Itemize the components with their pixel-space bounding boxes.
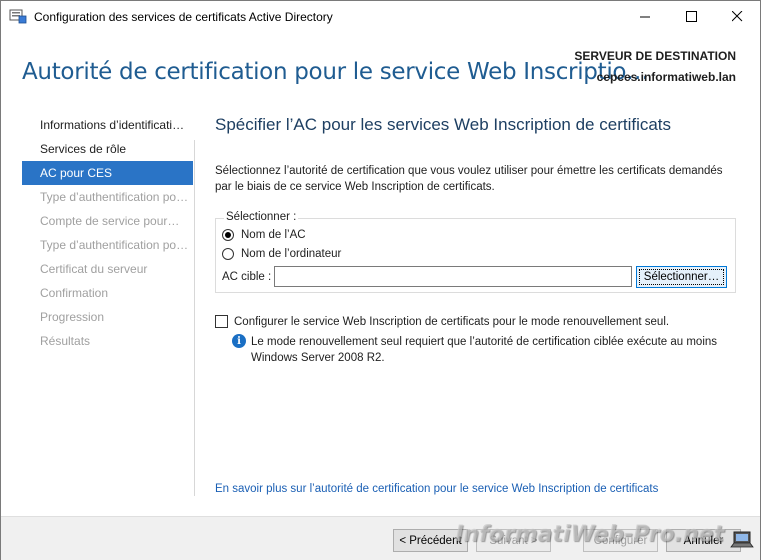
renewal-only-checkbox-row[interactable]: Configurer le service Web Inscription de… (215, 315, 669, 328)
wizard-footer: < Précédent Suivant > Configurer Annuler… (1, 516, 760, 560)
wizard-header: Autorité de certification pour le servic… (1, 32, 760, 108)
previous-button[interactable]: < Précédent (393, 529, 468, 552)
groupbox-legend: Sélectionner : (224, 211, 299, 223)
info-icon: i (232, 334, 246, 348)
maximize-icon (685, 11, 697, 22)
nav-item-role-services[interactable]: Services de rôle (22, 137, 193, 161)
nav-item-authentication-type: Type d’authentification po… (40, 190, 189, 204)
renewal-only-checkbox[interactable] (215, 315, 228, 328)
nav-item-server-certificate: Certificat du serveur (40, 262, 148, 276)
server-manager-icon (9, 9, 27, 24)
target-ca-input[interactable] (274, 266, 632, 287)
wizard-content: Informations d’identificati… Services de… (1, 108, 760, 516)
destination-server-name: cepces.informatiweb.lan (596, 70, 736, 84)
radio-ca-name-label: Nom de l’AC (241, 229, 306, 241)
page-description: Sélectionnez l’autorité de certification… (215, 165, 723, 193)
nav-item-service-account: Compte de service pour… (40, 214, 180, 228)
configure-button: Configurer (583, 529, 658, 552)
next-button: Suivant > (476, 529, 551, 552)
wizard-window: Configuration des services de certificat… (0, 0, 761, 560)
select-ca-button[interactable]: Sélectionner… (636, 266, 727, 288)
select-groupbox: Sélectionner : Nom de l’AC Nom de l’ordi… (215, 211, 736, 293)
renewal-only-label: Configurer le service Web Inscription de… (234, 315, 670, 328)
nav-item-results: Résultats (40, 334, 91, 348)
main-panel: Spécifier l’AC pour les services Web Ins… (215, 108, 745, 516)
nav-item-progress: Progression (40, 310, 105, 324)
wizard-nav: Informations d’identificati… Services de… (22, 113, 193, 353)
destination-server-label: SERVEUR DE DESTINATION (574, 49, 736, 63)
nav-item-ca-for-ces[interactable]: AC pour CES (22, 161, 193, 185)
info-text: Le mode renouvellement seul requiert que… (251, 336, 718, 364)
radio-button[interactable] (222, 248, 234, 260)
close-icon (731, 11, 742, 22)
radio-button-checked[interactable] (222, 229, 234, 241)
close-button[interactable] (714, 1, 760, 32)
title-bar[interactable]: Configuration des services de certificat… (1, 1, 760, 32)
nav-item-authentication-type-2: Type d’authentification po… (40, 238, 189, 252)
radio-computer-name-label: Nom de l’ordinateur (241, 248, 342, 260)
target-ca-label: AC cible : (222, 271, 272, 283)
minimize-icon (639, 16, 650, 18)
radio-ca-name[interactable]: Nom de l’AC (222, 229, 306, 241)
nav-divider (194, 140, 195, 496)
radio-computer-name[interactable]: Nom de l’ordinateur (222, 248, 341, 260)
nav-item-confirmation: Confirmation (40, 286, 109, 300)
help-link[interactable]: En savoir plus sur l’autorité de certifi… (215, 483, 658, 495)
minimize-button[interactable] (622, 1, 668, 32)
maximize-button[interactable] (668, 1, 714, 32)
nav-item-credentials[interactable]: Informations d’identificati… (22, 113, 193, 137)
wizard-title: Autorité de certification pour le servic… (22, 59, 649, 85)
laptop-icon (730, 531, 754, 548)
window-title: Configuration des services de certificat… (34, 10, 333, 24)
page-heading: Spécifier l’AC pour les services Web Ins… (215, 115, 672, 134)
